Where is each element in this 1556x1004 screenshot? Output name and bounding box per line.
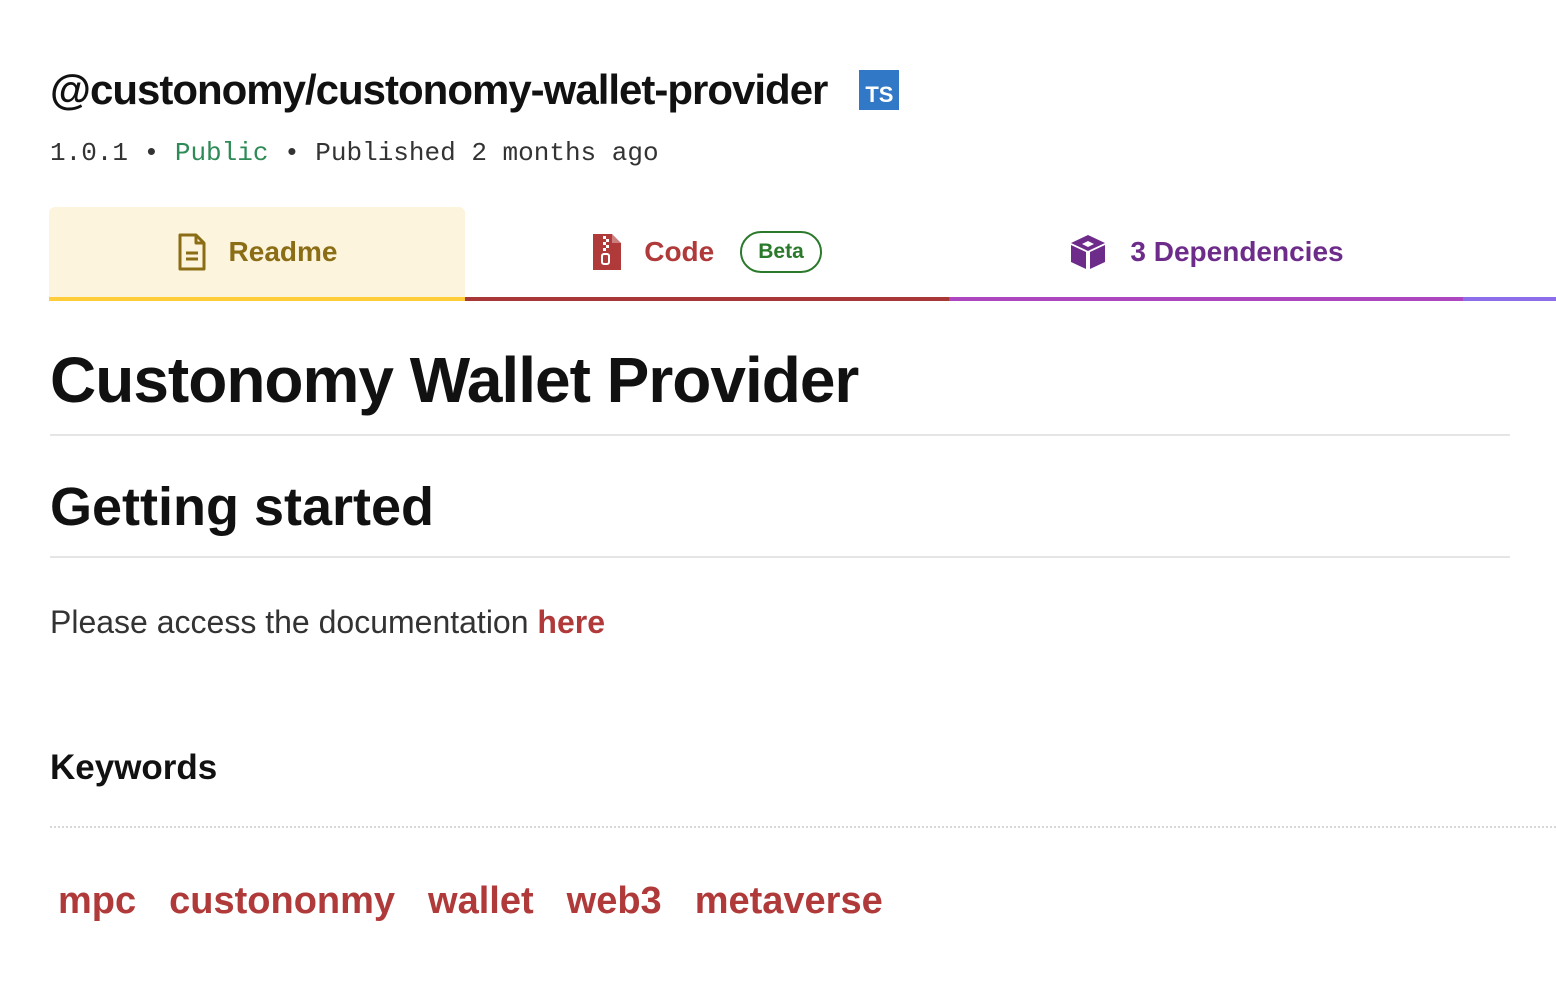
typescript-badge-icon[interactable]: TS	[859, 70, 900, 110]
documentation-link[interactable]: here	[537, 604, 605, 640]
tab-code-label: Code	[644, 236, 715, 267]
document-icon	[177, 233, 207, 271]
tab-readme[interactable]: Readme	[49, 207, 465, 301]
package-published: Published 2 months ago	[315, 138, 659, 168]
package-visibility: Public	[174, 138, 269, 168]
tab-code[interactable]: Code Beta	[465, 207, 949, 301]
box-icon	[1068, 233, 1108, 271]
tab-overflow	[1463, 207, 1556, 301]
keyword-link[interactable]: metaverse	[695, 876, 883, 926]
package-header: @custonomy/custonomy-wallet-provider TS	[50, 62, 900, 118]
paragraph-text: Please access the documentation	[50, 604, 538, 640]
meta-separator: •	[284, 138, 300, 168]
keyword-link[interactable]: mpc	[58, 876, 136, 926]
tab-dependencies[interactable]: 3 Dependencies	[949, 207, 1463, 301]
keywords-divider	[50, 826, 1556, 828]
zip-file-icon	[592, 233, 622, 271]
keyword-link[interactable]: web3	[567, 876, 662, 926]
section-heading: Getting started	[50, 472, 1510, 558]
package-meta: 1.0.1 • Public • Published 2 months ago	[50, 138, 659, 168]
readme-content: Custonomy Wallet Provider Getting starte…	[50, 340, 1510, 646]
package-version: 1.0.1	[50, 138, 129, 168]
keywords-title: Keywords	[50, 748, 218, 787]
keyword-link[interactable]: wallet	[428, 876, 534, 926]
package-page: @custonomy/custonomy-wallet-provider TS …	[0, 0, 1556, 1004]
package-tabs: Readme Code Beta 3 Dependencies	[49, 207, 1556, 301]
package-name: @custonomy/custonomy-wallet-provider	[50, 66, 828, 113]
readme-title: Custonomy Wallet Provider	[50, 340, 1510, 436]
tab-readme-label: Readme	[228, 236, 338, 267]
beta-badge: Beta	[740, 231, 822, 273]
keywords-list: mpc custononmy wallet web3 metaverse	[58, 876, 916, 926]
readme-paragraph: Please access the documentation here	[50, 598, 1510, 646]
meta-separator: •	[143, 138, 160, 168]
tab-dependencies-label: 3 Dependencies	[1130, 236, 1344, 267]
keyword-link[interactable]: custononmy	[169, 876, 395, 926]
